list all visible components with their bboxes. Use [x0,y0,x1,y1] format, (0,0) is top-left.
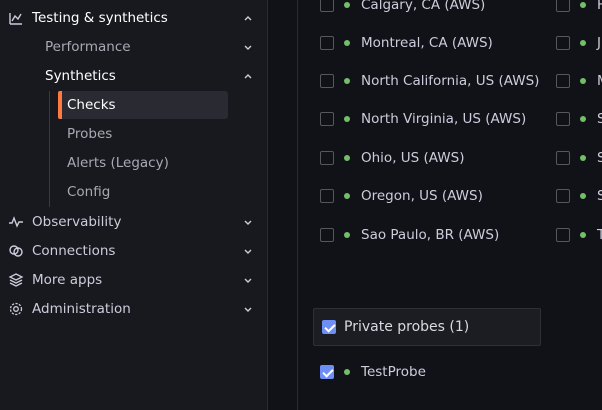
probe-checkbox[interactable] [556,36,570,50]
nav-label: Config [67,184,111,200]
status-dot [580,78,586,84]
probe-checkbox[interactable] [320,112,334,126]
chevron-down-icon[interactable] [243,246,253,256]
nav-item-connections[interactable]: Connections [0,237,267,265]
nav-item-synthetics[interactable]: Synthetics [0,62,267,90]
probe-label: North Virginia, US (AWS) [361,111,527,127]
probe-row[interactable]: Montreal, CA (AWS) [320,33,493,53]
nav-item-probes[interactable]: Probes [0,120,267,148]
probe-label: Ohio, US (AWS) [361,150,465,166]
connections-icon [8,243,24,259]
probe-row[interactable]: T [556,225,602,245]
status-dot [344,369,350,375]
probe-row[interactable]: Ohio, US (AWS) [320,148,464,168]
layers-icon [8,272,24,288]
probe-checkbox[interactable] [556,228,570,242]
nav-item-administration[interactable]: Administration [0,295,267,323]
nav-item-performance[interactable]: Performance [0,33,267,61]
pulse-icon [8,214,24,230]
probe-row[interactable]: M [556,71,602,91]
status-dot [580,2,586,8]
probe-checkbox[interactable] [320,36,334,50]
probe-checkbox[interactable] [556,151,570,165]
probe-checkbox[interactable] [320,228,334,242]
status-dot [344,116,350,122]
nav-item-observability[interactable]: Observability [0,208,267,236]
nav-label: Administration [32,301,131,317]
panel-divider [297,0,298,410]
status-dot [344,40,350,46]
probe-label: TestProbe [361,364,426,380]
nav-label: Observability [32,214,122,230]
status-dot [344,232,350,238]
nav-item-testing-synthetics[interactable]: Testing & synthetics [0,4,267,32]
status-dot [344,193,350,199]
probe-checkbox[interactable] [320,189,334,203]
probe-checkbox[interactable] [556,0,570,12]
probe-label: J [597,35,601,51]
probe-label: S [597,150,602,166]
nav-item-alerts-legacy[interactable]: Alerts (Legacy) [0,149,267,177]
probe-checkbox[interactable] [320,74,334,88]
private-probes-label: Private probes (1) [344,319,470,335]
status-dot [344,2,350,8]
chevron-up-icon[interactable] [243,71,253,81]
probe-row[interactable]: H [556,0,602,15]
probe-row[interactable]: S [556,109,602,129]
nav-item-checks[interactable]: Checks [0,91,267,119]
probe-row[interactable]: Sao Paulo, BR (AWS) [320,225,499,245]
status-dot [344,155,350,161]
probe-row[interactable]: J [556,33,601,53]
chevron-down-icon[interactable] [243,304,253,314]
probe-label: North California, US (AWS) [361,73,540,89]
nav-label: Alerts (Legacy) [67,155,169,171]
status-dot [344,78,350,84]
probe-label: S [597,111,602,127]
probe-label: Sao Paulo, BR (AWS) [361,227,500,243]
probe-label: T [597,227,602,243]
probe-checkbox[interactable] [320,365,334,379]
nav-label: Performance [45,39,131,55]
nav-label: Testing & synthetics [32,10,168,26]
status-dot [580,155,586,161]
status-dot [580,232,586,238]
probe-row[interactable]: Oregon, US (AWS) [320,186,483,206]
probe-checkbox[interactable] [320,151,334,165]
probe-row[interactable]: TestProbe [320,362,426,382]
probe-row[interactable]: North California, US (AWS) [320,71,539,91]
nav-label: Checks [67,97,116,113]
nav-label: Synthetics [45,68,116,84]
probe-label: H [597,0,602,13]
probe-row[interactable]: North Virginia, US (AWS) [320,109,526,129]
testing-icon [8,10,24,26]
probe-label: Oregon, US (AWS) [361,188,483,204]
probe-row[interactable]: Calgary, CA (AWS) [320,0,485,15]
nav-label: Connections [32,243,116,259]
probe-label: Calgary, CA (AWS) [361,0,486,13]
status-dot [580,116,586,122]
chevron-down-icon[interactable] [243,217,253,227]
probe-row[interactable]: S [556,148,602,168]
nav-item-config[interactable]: Config [0,178,267,206]
chevron-down-icon[interactable] [243,275,253,285]
gear-icon [8,301,24,317]
probe-label: Montreal, CA (AWS) [361,35,493,51]
nav-label: More apps [32,272,103,288]
probe-checkbox[interactable] [320,0,334,12]
private-probes-header[interactable]: Private probes (1) [313,308,541,346]
probe-label: M [597,73,602,89]
private-probes-checkbox[interactable] [322,320,336,334]
probe-checkbox[interactable] [556,74,570,88]
nav-item-more-apps[interactable]: More apps [0,266,267,294]
probe-checkbox[interactable] [556,189,570,203]
probe-row[interactable]: S [556,186,602,206]
chevron-up-icon[interactable] [243,13,253,23]
nav-label: Probes [67,126,113,142]
sidebar: Testing & synthetics Performance Synthet… [0,0,268,410]
probe-checkbox[interactable] [556,112,570,126]
chevron-down-icon[interactable] [243,42,253,52]
status-dot [580,193,586,199]
status-dot [580,40,586,46]
probe-label: S [597,188,602,204]
